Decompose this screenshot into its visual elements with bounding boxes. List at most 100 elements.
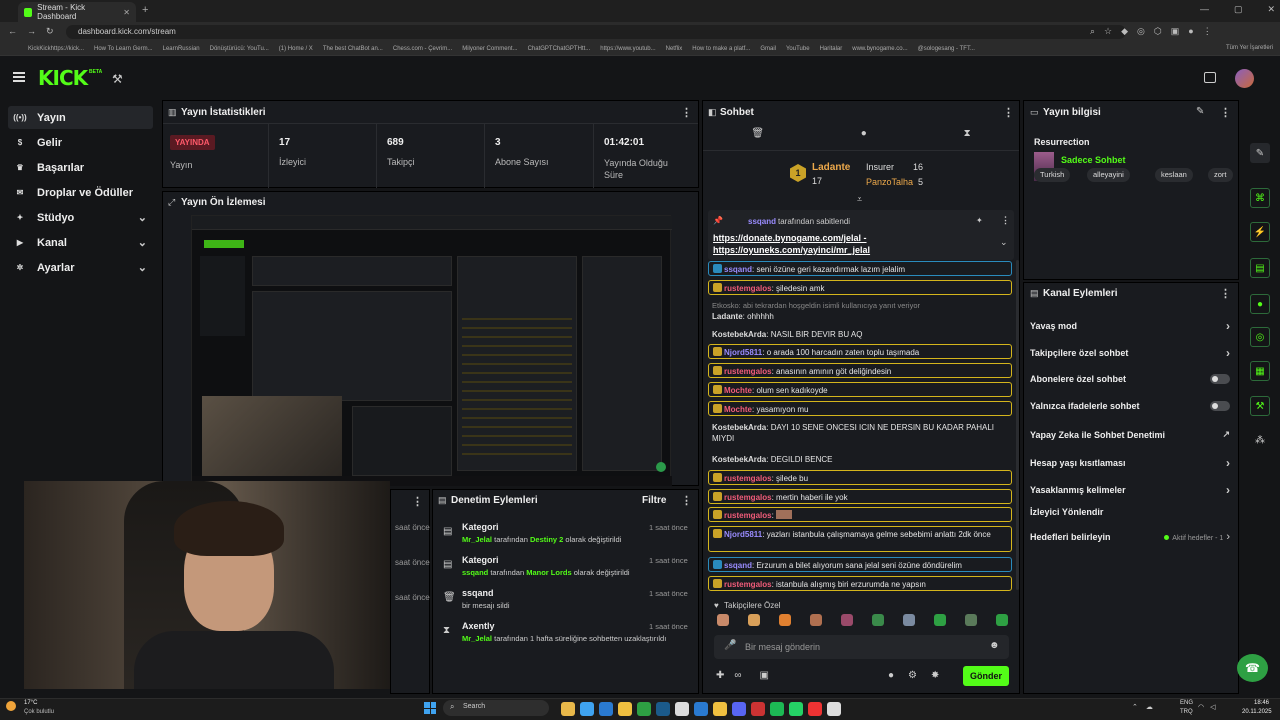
kick-logo[interactable]: KICK <box>38 66 88 90</box>
bolt-icon[interactable]: ⚡ <box>1250 222 1270 242</box>
chat-scrollbar[interactable] <box>1016 260 1019 590</box>
stream-tag[interactable]: Turkish <box>1034 168 1071 182</box>
bookmark-item[interactable]: ChatGPTChatGPTHtt... <box>528 46 591 52</box>
sidebar-item-1[interactable]: $ Gelir <box>8 131 153 154</box>
chat-message[interactable]: rustemgalos: anasının amının göt deliğin… <box>708 363 1012 378</box>
stack-icon[interactable]: ▦ <box>1250 361 1270 381</box>
scan-icon[interactable]: ⌘ <box>1250 188 1270 208</box>
gift-box-icon[interactable]: ▣ <box>760 670 769 681</box>
edit-icon[interactable]: ✎ <box>1196 106 1204 117</box>
emote-icon[interactable] <box>934 614 946 626</box>
bookmark-item[interactable]: https://www.youtub... <box>600 46 655 52</box>
chat-username[interactable]: rustemgalos <box>724 511 772 520</box>
sidebar-item-4[interactable]: ✦ Stüdyo ⌄ <box>8 206 153 229</box>
bookmark-item[interactable]: LearnRussian <box>163 46 200 52</box>
bookmark-item[interactable]: www.bynogame.co... <box>852 46 907 52</box>
tools-icon[interactable]: ⚒ <box>112 72 123 86</box>
channel-action-item[interactable]: Hedefleri belirleyin Aktif hedefler - 1 › <box>1030 531 1230 543</box>
points-icon[interactable]: ✚ <box>716 670 724 681</box>
emote-icon[interactable] <box>965 614 977 626</box>
collapse-leaderboard-icon[interactable]: ⩡ <box>857 194 862 205</box>
channel-action-item[interactable]: Yavaş mod › <box>1030 319 1230 333</box>
unpin-icon[interactable]: ✦ <box>976 216 983 225</box>
trash-icon[interactable]: 🗑 <box>751 128 764 139</box>
close-tab-icon[interactable]: ✕ <box>123 8 130 17</box>
toggle-switch[interactable] <box>1210 401 1230 411</box>
document-icon[interactable]: ▤ <box>1250 258 1270 278</box>
channel-action-item[interactable]: Yalnızca ifadelerle sohbet <box>1030 401 1230 411</box>
toggle-switch[interactable] <box>1210 374 1230 384</box>
support-chat-button[interactable]: ☎ <box>1237 654 1268 682</box>
stream-preview-video[interactable] <box>191 215 672 486</box>
emote-icon[interactable] <box>810 614 822 626</box>
star-icon[interactable]: ☆ <box>1104 26 1112 37</box>
bookmark-item[interactable]: (1) Home / X <box>279 46 313 52</box>
app-icon[interactable] <box>751 702 765 716</box>
settings-icon[interactable]: ⚙ <box>908 670 917 681</box>
mic-icon[interactable]: 🎤 <box>724 640 736 651</box>
window-controls[interactable]: — ▢ ✕ <box>1200 4 1275 15</box>
chat-message[interactable]: ssqand: Erzurum a bilet alıyorum sana je… <box>708 557 1012 572</box>
pinned-more-icon[interactable]: ⋮ <box>1001 215 1010 226</box>
chat-message[interactable]: KostebekArda: DAYI 10 SENE ONCESI ICIN N… <box>708 420 1012 448</box>
search-icon[interactable]: ⌕ <box>1090 26 1095 37</box>
chat-username[interactable]: rustemgalos <box>724 474 772 483</box>
sidebar-item-0[interactable]: ((•)) Yayın <box>8 106 153 129</box>
bookmark-item[interactable]: Dönüştürücü: YouTu... <box>210 46 269 52</box>
emote-icon[interactable] <box>748 614 760 626</box>
chat-bubble-icon[interactable]: ● <box>861 128 867 139</box>
back-icon[interactable]: ← <box>8 26 17 37</box>
audit-more-icon[interactable]: ⋮ <box>681 494 692 507</box>
emote-icon[interactable] <box>779 614 791 626</box>
chat-more-icon[interactable]: ⋮ <box>1003 106 1014 119</box>
bookmark-item[interactable]: Netflix <box>666 46 683 52</box>
store-icon[interactable] <box>599 702 613 716</box>
extension-icon[interactable]: ⬡ <box>1154 26 1162 37</box>
pinned-link-1[interactable]: https://donate.bynogame.com/jelal - <box>713 233 867 243</box>
chrome-icon[interactable] <box>713 702 727 716</box>
clock-date[interactable]: 20.11.2025 <box>1242 709 1272 715</box>
menu-icon[interactable]: ⋮ <box>1203 26 1212 37</box>
stream-tag[interactable]: alleyayini <box>1087 168 1130 182</box>
emote-icon[interactable] <box>903 614 915 626</box>
browser-tab[interactable]: Stream - Kick Dashboard ✕ <box>18 2 136 22</box>
minimize-icon[interactable]: — <box>1200 4 1209 15</box>
app-icon[interactable] <box>675 702 689 716</box>
broadcast-icon[interactable]: ◎ <box>1250 327 1270 347</box>
channel-action-item[interactable]: Hesap yaşı kısıtlaması › <box>1030 456 1230 470</box>
infinity-icon[interactable]: ∞ <box>734 670 741 681</box>
taskbar-search[interactable]: ⌕ Search <box>443 700 549 716</box>
chat-username[interactable]: KostebekArda <box>712 455 766 464</box>
chat-message[interactable]: Etkosko: abi tekrardan hoşgeldin isimli … <box>708 298 1012 324</box>
lang-1[interactable]: ENG <box>1180 700 1193 706</box>
chat-username[interactable]: KostebekArda <box>712 423 766 432</box>
emote-icon[interactable] <box>841 614 853 626</box>
url-field[interactable]: dashboard.kick.com/stream <box>66 25 1126 39</box>
chat-message[interactable]: ssqand: seni özüne geri kazandırmak lazı… <box>708 261 1012 276</box>
chat-message[interactable]: rustemgalos: şiledesin amk <box>708 280 1012 295</box>
chat-username[interactable]: Mochte <box>724 386 752 395</box>
chat-message[interactable]: rustemgalos: mertin haberi ile yok <box>708 489 1012 504</box>
chat-message[interactable]: KostebekArda: NASIL BIR DEVIR BU AQ <box>708 327 1012 341</box>
category-name[interactable]: Sadece Sohbet <box>1061 155 1126 165</box>
chat-message[interactable]: rustemgalos: <box>708 507 1012 522</box>
chat-username[interactable]: KostebekArda <box>712 330 766 339</box>
chat-username[interactable]: rustemgalos <box>724 284 772 293</box>
start-button-icon[interactable] <box>424 702 436 714</box>
app-icon[interactable] <box>827 702 841 716</box>
avatar[interactable] <box>1235 69 1254 88</box>
stream-tag[interactable]: keslaan <box>1155 168 1193 182</box>
chat-message[interactable]: Mochte: olum sen kadıkoyde <box>708 382 1012 397</box>
bookmark-item[interactable]: How To Learn Germ... <box>94 46 153 52</box>
chat-message[interactable]: Mochte: yasamıyon mu <box>708 401 1012 416</box>
channel-action-item[interactable]: Abonelere özel sohbet <box>1030 374 1230 384</box>
sidebar-item-5[interactable]: ▶ Kanal ⌄ <box>8 231 153 254</box>
send-button[interactable]: Gönder <box>963 666 1009 686</box>
channel-action-item[interactable]: Takipçilere özel sohbet › <box>1030 346 1230 360</box>
chat-username[interactable]: rustemgalos <box>724 493 772 502</box>
extension-icon[interactable]: ◎ <box>1137 26 1145 37</box>
bookmark-item[interactable]: Chess.com - Çevrim... <box>393 46 452 52</box>
bookmark-item[interactable]: The best ChatBot an... <box>323 46 383 52</box>
channel-action-item[interactable]: Yasaklanmış kelimeler › <box>1030 483 1230 497</box>
reload-icon[interactable]: ↻ <box>46 26 54 37</box>
